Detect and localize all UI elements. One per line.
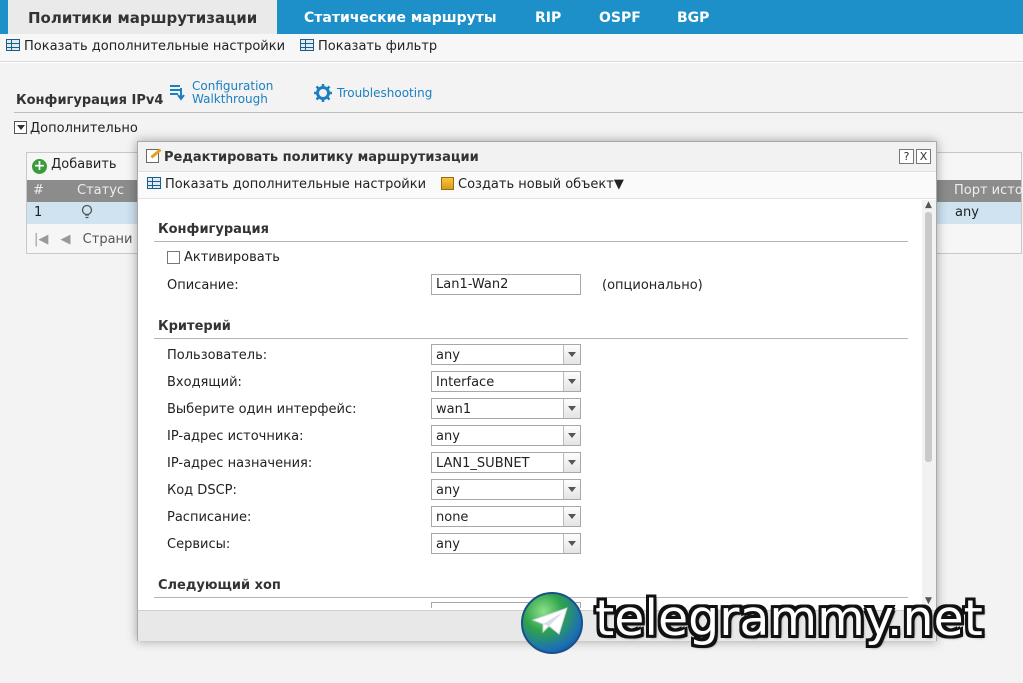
dscp-select[interactable]: any xyxy=(431,479,581,500)
tab-bgp[interactable]: BGP xyxy=(677,0,709,34)
scroll-up-icon[interactable]: ▲ xyxy=(925,200,932,210)
interface-label: Выберите один интерфейс: xyxy=(167,402,357,417)
show-filter-label: Показать фильтр xyxy=(318,39,438,54)
chevron-down-icon xyxy=(563,426,580,445)
advanced-toggle[interactable]: Дополнительно xyxy=(14,121,138,136)
chevron-down-icon xyxy=(563,534,580,553)
main-toolbar: Показать дополнительные настройки Показа… xyxy=(0,34,1023,62)
watermark-text: telegrammy.net xyxy=(595,590,983,647)
dialog-show-advanced-link[interactable]: Показать дополнительные настройки xyxy=(147,177,426,192)
description-input[interactable]: Lan1-Wan2 xyxy=(431,274,581,295)
table-icon xyxy=(6,39,20,51)
dscp-value: any xyxy=(436,483,460,498)
row-num: 1 xyxy=(34,205,43,220)
criteria-divider xyxy=(154,338,908,339)
user-label: Пользователь: xyxy=(167,348,268,363)
chevron-down-icon xyxy=(563,399,580,418)
gear-icon xyxy=(314,84,332,102)
dscp-label: Код DSCP: xyxy=(167,483,237,498)
ipv4-config-title: Конфигурация IPv4 xyxy=(16,93,164,108)
chevron-down-icon xyxy=(563,345,580,364)
schedule-select[interactable]: none xyxy=(431,506,581,527)
dialog-title-bar[interactable]: Редактировать политику маршрутизации ? X xyxy=(138,142,936,172)
scrollbar-thumb[interactable] xyxy=(925,212,932,462)
chevron-down-icon xyxy=(563,480,580,499)
next-hop-section-title: Следующий хоп xyxy=(158,578,281,593)
source-ip-select[interactable]: any xyxy=(431,425,581,446)
chevron-down-icon: ▼ xyxy=(613,177,624,192)
criteria-section-title: Критерий xyxy=(158,319,231,334)
paper-plane-icon xyxy=(531,607,568,635)
table-icon xyxy=(147,177,161,189)
row-source-port: any xyxy=(955,205,979,220)
header-num[interactable]: # xyxy=(33,183,44,198)
show-advanced-label: Показать дополнительные настройки xyxy=(24,39,286,54)
object-icon xyxy=(441,177,454,190)
dest-ip-label: IP-адрес назначения: xyxy=(167,456,313,471)
create-new-object-menu[interactable]: Создать новый объект▼ xyxy=(441,177,624,192)
config-section-title: Конфигурация xyxy=(158,222,269,237)
advanced-label: Дополнительно xyxy=(30,121,138,136)
activate-label: Активировать xyxy=(184,250,280,265)
walkthrough-line-2: Walkthrough xyxy=(192,92,268,106)
add-label: Добавить xyxy=(51,157,117,172)
optional-note: (опционально) xyxy=(602,278,703,293)
schedule-value: none xyxy=(436,510,469,525)
incoming-value: Interface xyxy=(436,375,495,390)
add-icon: + xyxy=(32,158,47,174)
tab-ospf[interactable]: OSPF xyxy=(599,0,641,34)
services-select[interactable]: any xyxy=(431,533,581,554)
prev-page-icon[interactable]: ◀ xyxy=(61,232,71,247)
first-page-icon[interactable]: |◀ xyxy=(34,232,48,247)
user-select[interactable]: any xyxy=(431,344,581,365)
dialog-scrollbar[interactable]: ▲ ▼ xyxy=(922,200,936,610)
dialog-show-advanced-label: Показать дополнительные настройки xyxy=(165,177,427,192)
edit-icon xyxy=(146,149,159,163)
pager: |◀ ◀ Страни xyxy=(34,232,133,247)
interface-select[interactable]: wan1 xyxy=(431,398,581,419)
add-button[interactable]: + Добавить xyxy=(32,157,117,174)
incoming-select[interactable]: Interface xyxy=(431,371,581,392)
chevron-down-icon xyxy=(563,507,580,526)
tab-bar: Политики маршрутизации Статические маршр… xyxy=(0,0,1023,34)
close-button[interactable]: X xyxy=(916,149,931,164)
pager-label: Страни xyxy=(82,232,133,247)
help-button[interactable]: ? xyxy=(899,149,914,164)
edit-routing-policy-dialog: Редактировать политику маршрутизации ? X… xyxy=(137,141,937,641)
troubleshooting-label: Troubleshooting xyxy=(337,86,433,100)
status-bulb-icon xyxy=(81,204,93,224)
header-source-port[interactable]: Порт исто xyxy=(954,183,1023,198)
dialog-toolbar: Показать дополнительные настройки Создат… xyxy=(138,173,936,199)
description-label: Описание: xyxy=(167,278,239,293)
tab-rip[interactable]: RIP xyxy=(535,0,561,34)
walkthrough-icon xyxy=(170,85,185,101)
interface-value: wan1 xyxy=(436,402,472,417)
show-advanced-settings-link[interactable]: Показать дополнительные настройки xyxy=(6,39,285,54)
collapse-icon xyxy=(14,121,27,134)
services-value: any xyxy=(436,537,460,552)
services-label: Сервисы: xyxy=(167,537,231,552)
dest-ip-select[interactable]: LAN1_SUBNET xyxy=(431,452,581,473)
config-divider xyxy=(154,241,908,242)
incoming-label: Входящий: xyxy=(167,375,242,390)
section-divider xyxy=(14,112,1023,113)
dialog-title: Редактировать политику маршрутизации xyxy=(164,150,479,165)
tab-static-routes[interactable]: Статические маршруты xyxy=(304,0,497,34)
chevron-down-icon xyxy=(563,453,580,472)
table-icon xyxy=(300,39,314,51)
show-filter-link[interactable]: Показать фильтр xyxy=(300,39,437,54)
activate-checkbox[interactable] xyxy=(167,251,180,264)
header-status[interactable]: Статус xyxy=(77,183,124,198)
source-ip-value: any xyxy=(436,429,460,444)
dest-ip-value: LAN1_SUBNET xyxy=(436,456,530,471)
source-ip-label: IP-адрес источника: xyxy=(167,429,304,444)
tab-routing-policies[interactable]: Политики маршрутизации xyxy=(8,0,278,34)
create-object-label: Создать новый объект xyxy=(458,177,614,192)
user-value: any xyxy=(436,348,460,363)
schedule-label: Расписание: xyxy=(167,510,252,525)
chevron-down-icon xyxy=(563,372,580,391)
dialog-body: Конфигурация Активировать Описание: Lan1… xyxy=(138,200,922,608)
